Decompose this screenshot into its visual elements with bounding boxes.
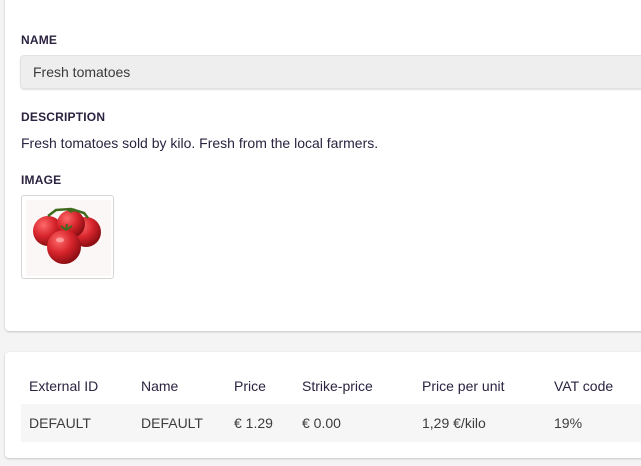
- cell-vat-code: 19%: [546, 404, 641, 442]
- tomato-image: [26, 200, 111, 276]
- image-label: IMAGE: [21, 173, 62, 187]
- column-header-price-per-unit[interactable]: Price per unit: [414, 368, 546, 404]
- product-image-thumbnail[interactable]: [21, 195, 114, 279]
- cell-price: € 1.29: [226, 404, 294, 442]
- cell-price-per-unit: 1,29 €/kilo: [414, 404, 546, 442]
- cell-external-id: DEFAULT: [21, 404, 133, 442]
- cell-name: DEFAULT: [133, 404, 226, 442]
- table-header-row: External ID Name Price Strike-price Pric…: [21, 368, 641, 404]
- variants-table: External ID Name Price Strike-price Pric…: [21, 368, 641, 442]
- column-header-strike-price[interactable]: Strike-price: [294, 368, 414, 404]
- description-text: Fresh tomatoes sold by kilo. Fresh from …: [21, 135, 379, 151]
- column-header-vat-code[interactable]: VAT code: [546, 368, 641, 404]
- table-row[interactable]: DEFAULT DEFAULT € 1.29 € 0.00 1,29 €/kil…: [21, 404, 641, 442]
- description-label: DESCRIPTION: [21, 110, 106, 124]
- column-header-price[interactable]: Price: [226, 368, 294, 404]
- name-label: NAME: [21, 33, 58, 47]
- column-header-name[interactable]: Name: [133, 368, 226, 404]
- cell-strike-price: € 0.00: [294, 404, 414, 442]
- name-field[interactable]: [20, 55, 641, 89]
- column-header-external-id[interactable]: External ID: [21, 368, 133, 404]
- product-details-card: NAME DESCRIPTION Fresh tomatoes sold by …: [5, 0, 641, 331]
- variants-card: External ID Name Price Strike-price Pric…: [5, 352, 641, 458]
